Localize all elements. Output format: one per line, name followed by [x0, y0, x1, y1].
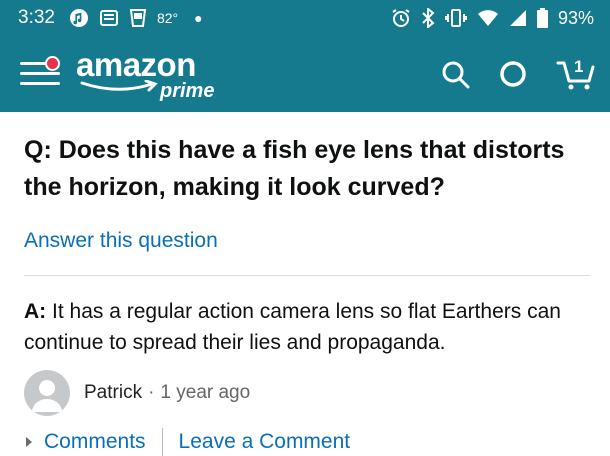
answer-author-row: Patrick · 1 year ago [24, 370, 586, 416]
search-icon[interactable] [440, 59, 470, 89]
question-text: Q: Does this have a fish eye lens that d… [24, 136, 565, 201]
status-dot: ● [194, 10, 203, 26]
alarm-icon [391, 8, 411, 28]
logo-word: amazon [76, 46, 196, 83]
separator-dot: · [148, 382, 155, 403]
vibrate-icon [444, 8, 467, 28]
qa-content: Q: Does this have a fish eye lens that d… [0, 132, 610, 456]
answer-this-question-link[interactable]: Answer this question [24, 229, 218, 253]
comments-row: Comments Leave a Comment [24, 428, 586, 456]
notification-dot [45, 56, 60, 71]
news-icon [99, 8, 119, 28]
music-note-icon [69, 8, 89, 28]
status-temperature: 82° [156, 10, 179, 26]
link-divider [161, 428, 163, 456]
menu-icon[interactable] [16, 50, 64, 98]
alexa-icon[interactable] [498, 59, 528, 89]
leave-comment-link[interactable]: Leave a Comment [179, 430, 351, 454]
wifi-icon [477, 9, 499, 27]
divider [24, 275, 590, 276]
cup-icon [129, 8, 147, 28]
answer-time: 1 year ago [160, 382, 251, 403]
answer-prefix: A: [24, 300, 47, 323]
battery-icon [536, 8, 548, 28]
answer-block: A: It has a regular action camera lens s… [24, 296, 590, 358]
cart-icon[interactable]: 1 [556, 57, 596, 91]
amazon-nav-bar: amazon prime 1 [0, 36, 610, 112]
comments-link[interactable]: Comments [44, 430, 146, 454]
signal-icon [509, 9, 527, 27]
amazon-prime-logo[interactable]: amazon prime [76, 44, 246, 104]
cart-count: 1 [574, 57, 584, 76]
smile-arrow-icon [80, 80, 158, 92]
caret-right-icon[interactable] [26, 437, 32, 447]
status-bar: 3:32 82° ● 93% [0, 0, 610, 36]
status-time: 3:32 [18, 7, 55, 28]
logo-prime: prime [160, 80, 215, 102]
author-name: Patrick [84, 382, 143, 403]
battery-percent: 93% [557, 7, 594, 28]
avatar-icon [24, 370, 70, 416]
bluetooth-icon [421, 8, 435, 28]
answer-text: It has a regular action camera lens so f… [24, 300, 561, 354]
